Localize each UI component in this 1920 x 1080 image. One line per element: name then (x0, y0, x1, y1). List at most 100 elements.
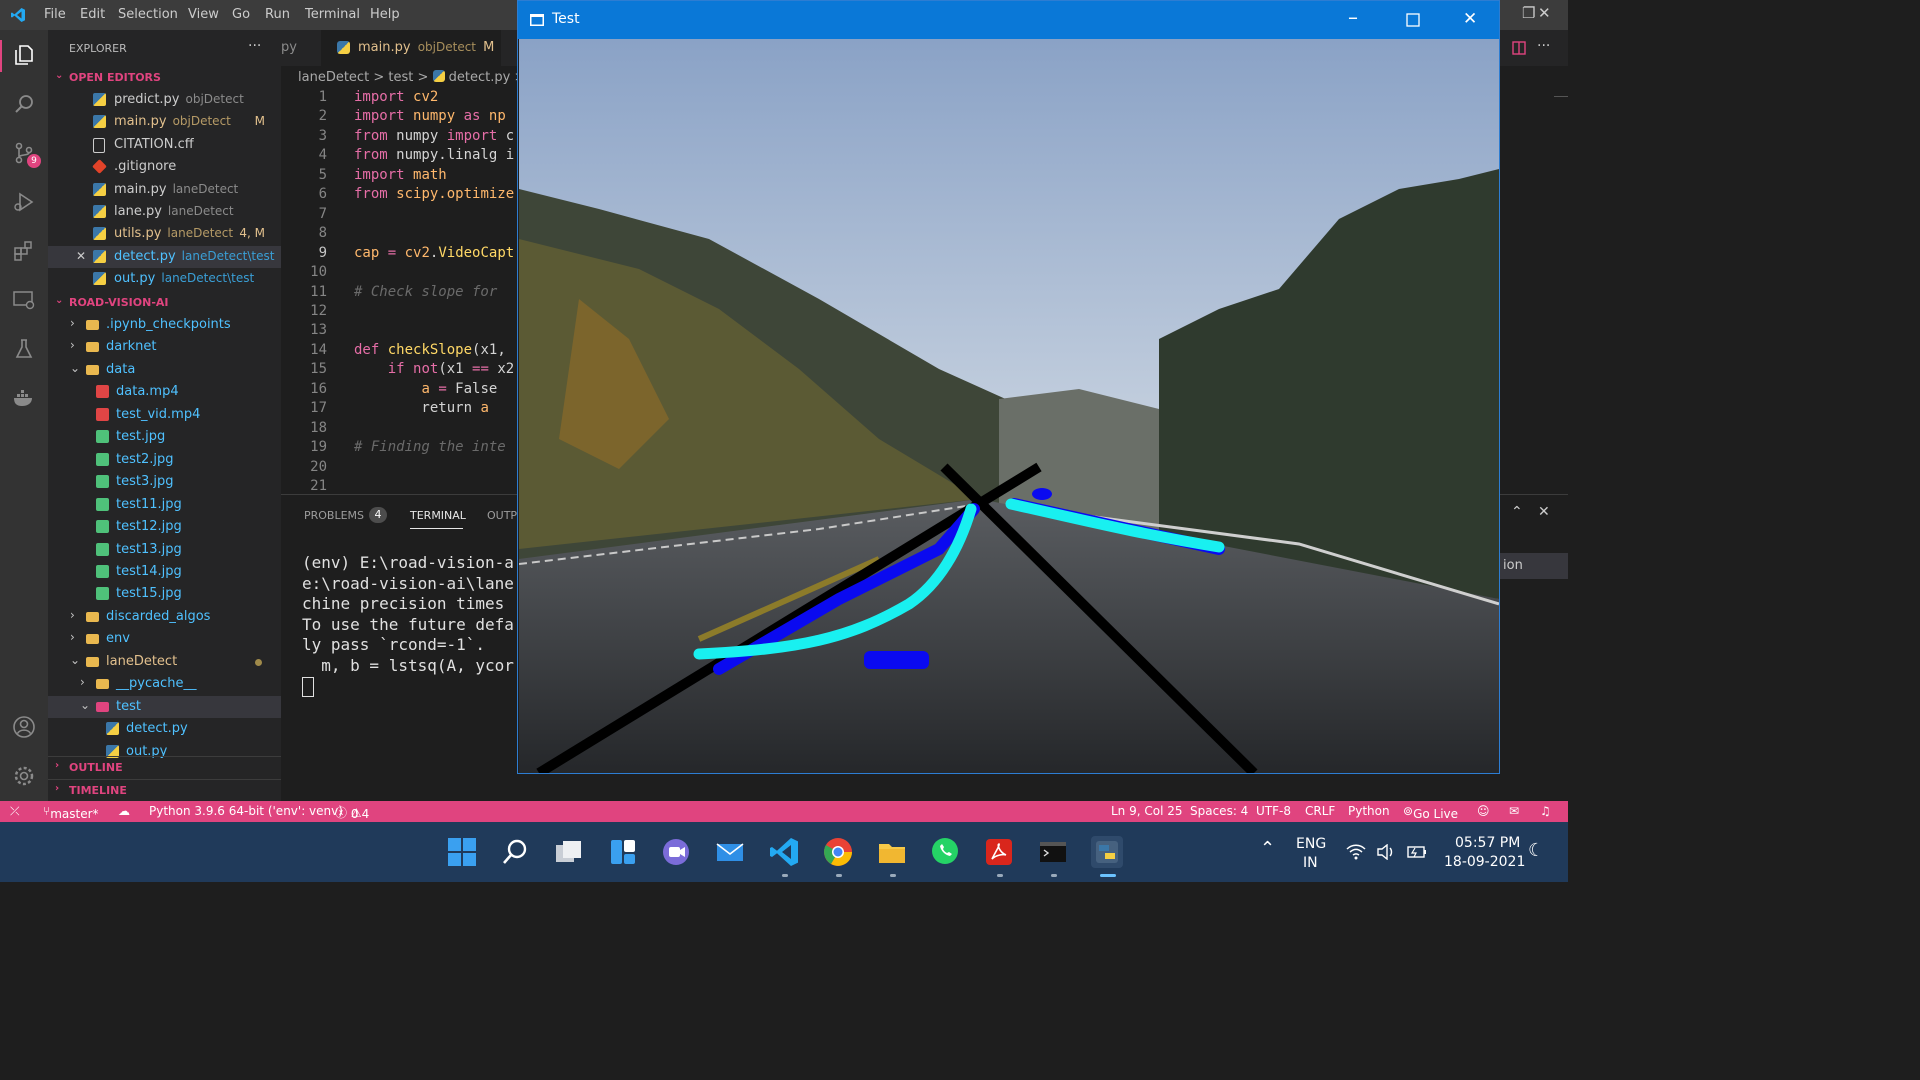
docker-icon[interactable] (12, 386, 36, 410)
sync-icon[interactable]: ☁ (118, 804, 130, 818)
extensions-icon[interactable] (12, 239, 36, 263)
open-editors-section[interactable]: ⌄ OPEN EDITORS (48, 67, 281, 89)
volume-icon[interactable] (1376, 844, 1396, 860)
tree-item[interactable]: test14.jpg (48, 561, 281, 583)
maximize-panel-icon[interactable]: ⌃ (1511, 504, 1523, 520)
restore-icon[interactable]: ❐ (1522, 4, 1535, 22)
more-actions-icon[interactable]: ··· (248, 38, 261, 54)
tree-item[interactable]: test13.jpg (48, 539, 281, 561)
menu-run[interactable]: Run (265, 7, 290, 22)
copilot-icon[interactable]: ☺ (1477, 804, 1490, 818)
close-panel-icon[interactable]: ✕ (1538, 504, 1550, 520)
cursor-position[interactable]: Ln 9, Col 25 (1111, 804, 1183, 818)
project-section[interactable]: ⌄ ROAD-VISION-AI (48, 292, 281, 314)
remote-explorer-icon[interactable] (12, 288, 36, 312)
test-window-titlebar[interactable]: Test – ✕ (518, 1, 1499, 39)
test-window[interactable]: Test – ✕ (517, 0, 1500, 774)
tree-item[interactable]: › discarded_algos (48, 606, 281, 628)
close-window-icon[interactable]: ✕ (1463, 9, 1477, 29)
tree-item[interactable]: test_vid.mp4 (48, 404, 281, 426)
run-debug-icon[interactable] (12, 190, 36, 214)
open-editor-item[interactable]: main.py laneDetect (48, 179, 281, 201)
tree-item[interactable]: › darknet (48, 336, 281, 358)
tree-item[interactable]: data.mp4 (48, 381, 281, 403)
feedback-icon[interactable]: ✉ (1509, 804, 1519, 818)
focus-assist-moon-icon[interactable]: ☾ (1528, 840, 1544, 861)
open-editor-item[interactable]: lane.py laneDetect (48, 201, 281, 223)
encoding[interactable]: UTF-8 (1256, 804, 1291, 818)
search-icon[interactable] (12, 92, 36, 116)
show-hidden-icons-icon[interactable]: ⌃ (1260, 838, 1275, 859)
notifications-bell-icon[interactable]: ♫ (1540, 804, 1551, 818)
end-of-line[interactable]: CRLF (1305, 804, 1335, 818)
tab-problems[interactable]: PROBLEMS (304, 509, 364, 522)
open-editor-item[interactable]: predict.py objDetect (48, 89, 281, 111)
acrobat-icon[interactable] (983, 836, 1015, 868)
open-editor-item[interactable]: CITATION.cff (48, 134, 281, 156)
menu-go[interactable]: Go (232, 7, 250, 22)
settings-gear-icon[interactable] (12, 764, 36, 788)
tab-output[interactable]: OUTP (487, 509, 517, 522)
menu-terminal[interactable]: Terminal (305, 7, 360, 22)
tree-item[interactable]: test3.jpg (48, 471, 281, 493)
menu-help[interactable]: Help (370, 7, 400, 22)
tree-item[interactable]: test15.jpg (48, 583, 281, 605)
problems-status[interactable]: ⓧ 0 ⚠ 4 (335, 804, 369, 821)
teams-chat-icon[interactable] (660, 836, 692, 868)
open-editor-item[interactable]: main.py objDetect M (48, 111, 281, 133)
tree-item[interactable]: test.jpg (48, 426, 281, 448)
language-mode[interactable]: Python (1348, 804, 1390, 818)
indentation[interactable]: Spaces: 4 (1190, 804, 1248, 818)
tree-item[interactable]: test11.jpg (48, 494, 281, 516)
testing-icon[interactable] (12, 337, 36, 361)
open-editor-item[interactable]: .gitignore (48, 156, 281, 178)
timeline-section[interactable]: › TIMELINE (48, 779, 281, 802)
mail-icon[interactable] (714, 836, 746, 868)
python-interpreter[interactable]: Python 3.9.6 64-bit ('env': venv) (149, 804, 343, 818)
account-icon[interactable] (12, 715, 36, 739)
search-icon[interactable] (499, 836, 531, 868)
open-editor-item[interactable]: out.py laneDetect\test (48, 268, 281, 290)
tab-main-py[interactable]: main.py objDetect M (321, 30, 501, 66)
maximize-icon[interactable] (1406, 13, 1420, 27)
menu-edit[interactable]: Edit (80, 7, 105, 22)
tree-item[interactable]: › env (48, 628, 281, 650)
breadcrumb-test[interactable]: test (388, 70, 413, 85)
python-window-icon[interactable] (1091, 836, 1123, 868)
go-live-button[interactable]: ⊚ Go Live (1403, 804, 1458, 821)
open-editor-item[interactable]: utils.py laneDetect 4, M (48, 223, 281, 245)
explorer-icon[interactable] (12, 43, 36, 67)
terminal-list-item[interactable]: ion (1500, 553, 1568, 579)
tree-item[interactable]: › __pycache__ (48, 673, 281, 695)
branch-status[interactable]: ⑂ master* (43, 804, 99, 821)
tree-item[interactable]: ⌄ data (48, 359, 281, 381)
close-icon[interactable]: ✕ (1538, 4, 1551, 22)
menu-file[interactable]: File (44, 7, 66, 22)
breadcrumb-lanedetect[interactable]: laneDetect (298, 70, 369, 85)
tree-item[interactable]: ⌄ test (48, 695, 281, 718)
menu-selection[interactable]: Selection (118, 7, 178, 22)
whatsapp-icon[interactable] (929, 836, 961, 868)
vscode-taskbar-icon[interactable] (768, 836, 800, 868)
input-language[interactable]: ENG (1296, 836, 1326, 852)
editor-more-icon[interactable]: ··· (1537, 38, 1550, 54)
battery-icon[interactable] (1405, 844, 1427, 860)
tree-item[interactable]: › .ipynb_checkpoints (48, 314, 281, 336)
open-editor-item[interactable]: ✕ detect.py laneDetect\test (48, 245, 281, 268)
tree-item[interactable]: detect.py (48, 718, 281, 740)
clock-time[interactable]: 05:57 PM (1455, 835, 1520, 851)
tree-item[interactable]: ⌄ laneDetect (48, 651, 281, 673)
tree-item[interactable]: test12.jpg (48, 516, 281, 538)
split-editor-icon[interactable] (1512, 41, 1526, 55)
clock-date[interactable]: 18-09-2021 (1444, 854, 1525, 870)
wifi-icon[interactable] (1346, 844, 1366, 860)
remote-indicator-icon[interactable]: ⤫ (10, 804, 20, 819)
tree-item[interactable]: test2.jpg (48, 449, 281, 471)
breadcrumb-detect-py[interactable]: detect.py (449, 70, 511, 85)
outline-section[interactable]: › OUTLINE (48, 756, 281, 779)
close-editor-icon[interactable]: ✕ (76, 249, 86, 263)
tab-partial[interactable]: py (281, 40, 297, 55)
minimize-icon[interactable]: – (1348, 5, 1358, 29)
widgets-icon[interactable] (607, 836, 639, 868)
tab-terminal[interactable]: TERMINAL (410, 509, 466, 522)
